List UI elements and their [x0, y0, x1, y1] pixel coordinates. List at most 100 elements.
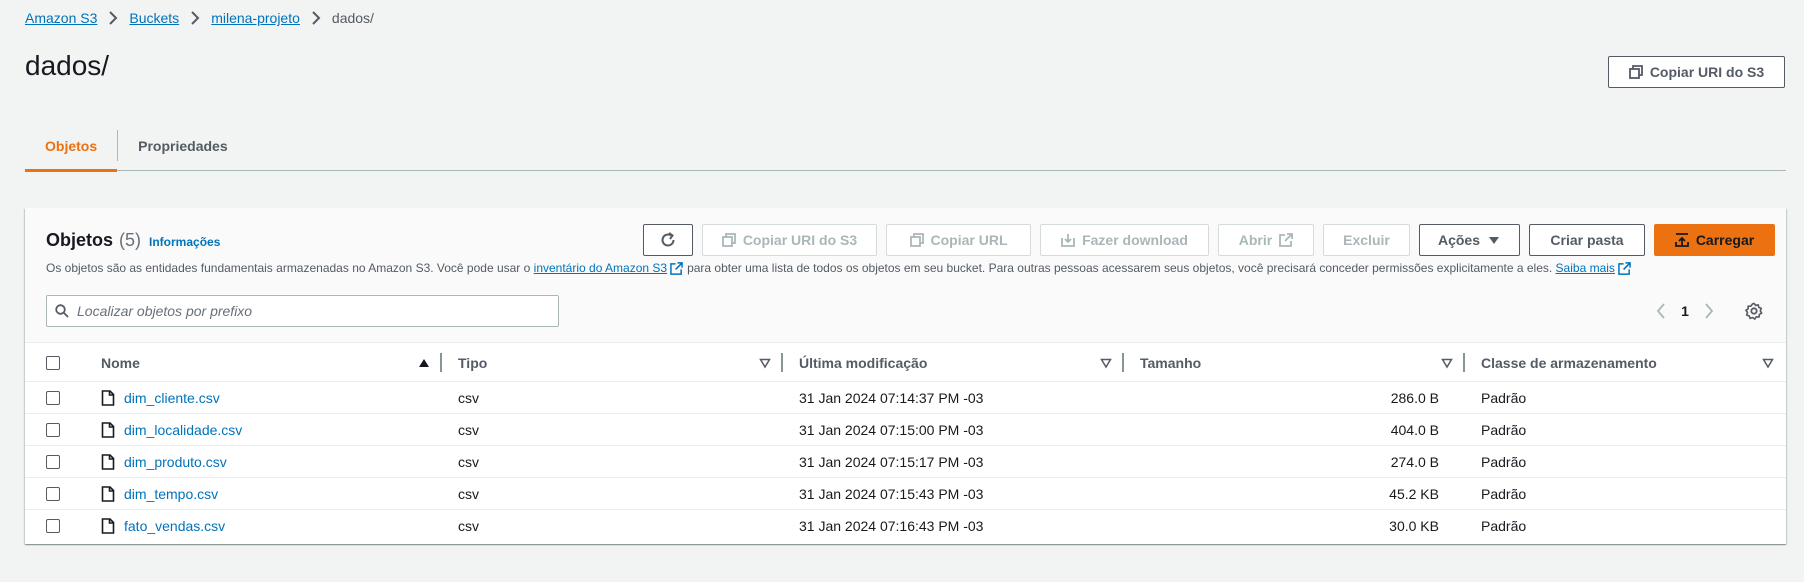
table-row[interactable]: dim_tempo.csv csv 31 Jan 2024 07:15:43 P… — [25, 478, 1786, 510]
tabs: Objetos Propriedades — [25, 121, 1786, 172]
object-link[interactable]: fato_vendas.csv — [101, 518, 225, 534]
objects-description: Os objetos são as entidades fundamentais… — [46, 261, 1635, 275]
search-input[interactable] — [77, 297, 558, 325]
objects-header: Objetos (5) Informações Copiar URI do S3… — [25, 208, 1786, 343]
storage-class-cell: Padrão — [1481, 518, 1527, 534]
copy-s3-uri-action-label: Copiar URI do S3 — [742, 232, 858, 248]
object-link[interactable]: dim_tempo.csv — [101, 486, 218, 502]
storage-class-cell: Padrão — [1481, 485, 1527, 502]
download-button[interactable]: Fazer download — [1040, 224, 1209, 256]
objects-count: (5) — [119, 230, 142, 250]
file-icon — [101, 421, 115, 438]
chevron-left-icon[interactable] — [1648, 298, 1674, 324]
modified-cell: 31 Jan 2024 07:15:00 PM -03 — [799, 421, 984, 438]
column-header-modified-label: Última modificação — [799, 354, 928, 371]
object-link[interactable]: dim_cliente.csv — [101, 390, 220, 406]
size-cell: 404.0 B — [1390, 421, 1439, 438]
open-label: Abrir — [1238, 232, 1273, 248]
sort-ascending-icon — [418, 357, 430, 369]
create-folder-label: Criar pasta — [1550, 232, 1624, 248]
modified-cell: 31 Jan 2024 07:15:17 PM -03 — [799, 453, 984, 470]
copy-s3-uri-button[interactable]: Copiar URI do S3 — [1608, 56, 1785, 88]
row-checkbox[interactable] — [46, 486, 60, 501]
open-button[interactable]: Abrir — [1218, 224, 1314, 256]
column-header-modified[interactable]: Última modificação — [783, 344, 1124, 381]
upload-icon — [1674, 233, 1689, 247]
table-row[interactable]: dim_cliente.csv csv 31 Jan 2024 07:14:37… — [25, 382, 1786, 414]
breadcrumb-buckets[interactable]: Buckets — [129, 10, 179, 26]
file-icon — [101, 518, 115, 534]
copy-url-button[interactable]: Copiar URL — [886, 224, 1031, 256]
storage-class-cell: Padrão — [1481, 453, 1527, 470]
type-cell: csv — [458, 421, 479, 438]
breadcrumb-amazon-s3[interactable]: Amazon S3 — [25, 10, 97, 26]
row-checkbox[interactable] — [46, 519, 60, 533]
size-cell: 286.0 B — [1390, 389, 1439, 406]
inventory-link[interactable]: inventário do Amazon S3 — [534, 261, 667, 275]
column-header-name[interactable]: Nome — [101, 344, 442, 381]
objects-container: Objetos (5) Informações Copiar URI do S3… — [25, 208, 1786, 544]
table-header: Nome Tipo Última modificação Tamanho Cla — [25, 344, 1786, 382]
column-header-storage-class-label: Classe de armazenamento — [1481, 354, 1657, 371]
row-select-cell — [25, 446, 101, 477]
chevron-right-icon[interactable] — [1696, 298, 1722, 324]
table-row[interactable]: dim_localidade.csv csv 31 Jan 2024 07:15… — [25, 414, 1786, 446]
row-checkbox[interactable] — [46, 422, 60, 437]
download-icon — [1061, 233, 1075, 247]
chevron-right-icon — [97, 11, 129, 25]
type-cell: csv — [458, 389, 479, 406]
select-all-cell — [25, 344, 101, 381]
copy-s3-uri-action-button[interactable]: Copiar URI do S3 — [702, 224, 877, 256]
delete-button[interactable]: Excluir — [1323, 224, 1410, 256]
actions-menu-button[interactable]: Ações — [1419, 224, 1520, 256]
column-header-type-label: Tipo — [458, 354, 488, 371]
tab-propriedades[interactable]: Propriedades — [118, 121, 247, 170]
table-row[interactable]: fato_vendas.csv csv 31 Jan 2024 07:16:43… — [25, 510, 1786, 542]
modified-cell: 31 Jan 2024 07:16:43 PM -03 — [799, 518, 984, 534]
create-folder-button[interactable]: Criar pasta — [1529, 224, 1645, 256]
column-header-storage-class[interactable]: Classe de armazenamento — [1465, 344, 1786, 381]
external-link-icon — [1618, 261, 1631, 275]
select-all-checkbox[interactable] — [46, 355, 60, 370]
copy-url-label: Copiar URL — [930, 232, 1008, 248]
type-cell: csv — [458, 453, 479, 470]
copy-icon — [1628, 65, 1643, 79]
table-row[interactable]: dim_produto.csv csv 31 Jan 2024 07:15:17… — [25, 446, 1786, 478]
caret-down-icon — [1487, 233, 1501, 247]
file-icon — [101, 453, 115, 470]
breadcrumb-current: dados/ — [331, 10, 374, 26]
name-cell: dim_cliente.csv — [101, 382, 442, 413]
row-checkbox[interactable] — [46, 390, 60, 405]
external-link-icon — [1279, 233, 1294, 247]
object-link[interactable]: dim_produto.csv — [101, 454, 227, 470]
page-number[interactable]: 1 — [1674, 303, 1696, 319]
modified-cell: 31 Jan 2024 07:14:37 PM -03 — [799, 389, 984, 406]
upload-button[interactable]: Carregar — [1654, 224, 1775, 256]
object-name: fato_vendas.csv — [124, 518, 226, 534]
tab-objetos[interactable]: Objetos — [25, 121, 118, 172]
description-text-1: Os objetos são as entidades fundamentais… — [46, 261, 531, 275]
object-link[interactable]: dim_localidade.csv — [101, 422, 242, 438]
breadcrumb: Amazon S3 Buckets milena-projeto dados/ — [25, 10, 374, 26]
column-header-type[interactable]: Tipo — [442, 344, 783, 381]
object-name: dim_produto.csv — [124, 453, 227, 470]
column-header-size[interactable]: Tamanho — [1124, 344, 1465, 381]
sort-icon — [759, 357, 771, 369]
column-header-name-label: Nome — [101, 354, 140, 371]
settings-icon[interactable] — [1743, 300, 1765, 322]
object-name: dim_localidade.csv — [124, 421, 243, 438]
sort-icon — [1441, 357, 1453, 369]
search-box — [46, 295, 559, 327]
row-checkbox[interactable] — [46, 454, 60, 469]
size-cell: 274.0 B — [1390, 453, 1439, 470]
size-cell: 45.2 KB — [1389, 485, 1439, 502]
objects-title-text: Objetos — [46, 230, 114, 250]
breadcrumb-bucket[interactable]: milena-projeto — [211, 10, 300, 26]
tab-propriedades-label: Propriedades — [138, 137, 228, 154]
refresh-button[interactable] — [643, 224, 693, 256]
info-link[interactable]: Informações — [149, 235, 220, 249]
file-icon — [101, 485, 115, 502]
name-cell: dim_produto.csv — [101, 446, 442, 477]
learn-more-link[interactable]: Saiba mais — [1556, 261, 1615, 275]
column-header-size-label: Tamanho — [1140, 354, 1202, 371]
